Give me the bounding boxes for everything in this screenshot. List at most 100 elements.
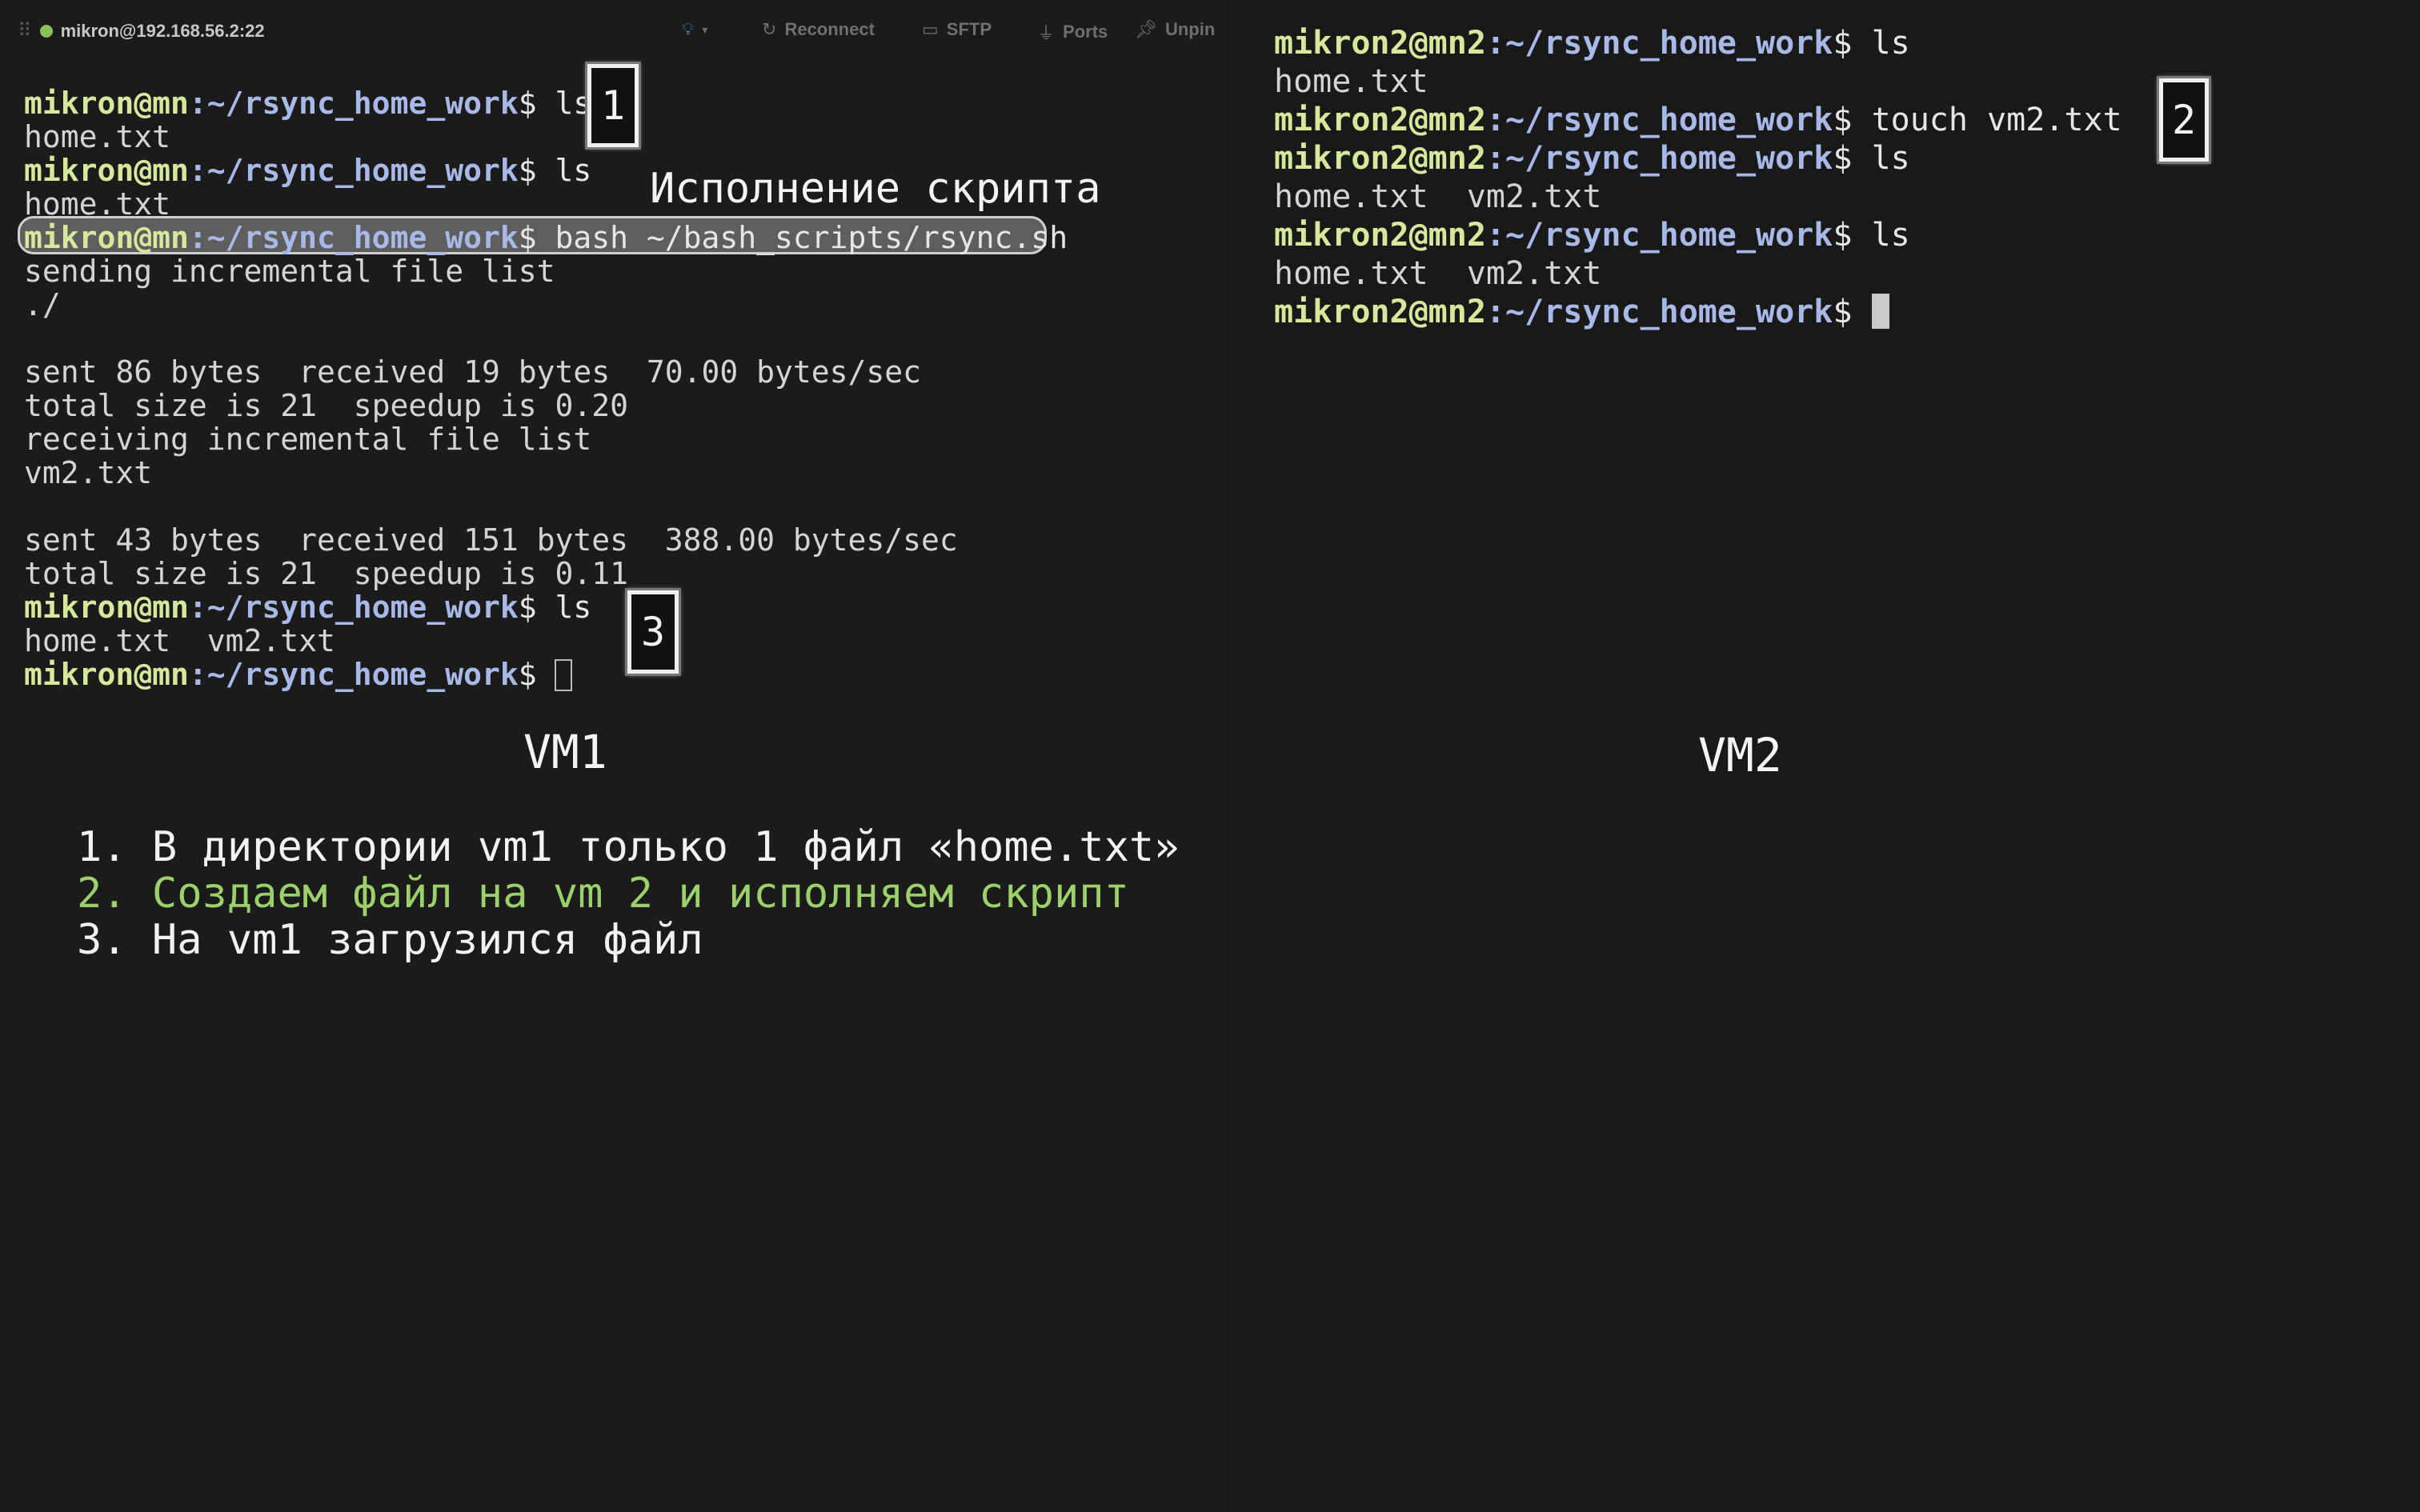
ports-label: Ports xyxy=(1063,22,1108,42)
command-text: ls xyxy=(1871,140,1910,177)
terminal-line: total size is 21 speedup is 0.20 xyxy=(24,389,1068,422)
prompt-path: :~/rsync_home_work xyxy=(188,220,519,255)
vm2-terminal-output[interactable]: mikron2@mn2:~/rsync_home_work$ ls home.tx… xyxy=(1274,24,2122,331)
output-text: home.txt vm2.txt xyxy=(1274,178,1602,215)
ports-button[interactable]: ⏚ Ports xyxy=(1037,19,1108,45)
prompt-user: mikron2@mn2 xyxy=(1274,217,1486,254)
terminal-line: home.txt vm2.txt xyxy=(24,624,1068,658)
terminal-line: mikron2@mn2:~/rsync_home_work$ touch vm2… xyxy=(1274,101,2122,139)
prompt-path: :~/rsync_home_work xyxy=(188,590,519,625)
output-text: home.txt xyxy=(24,186,171,222)
prompt-path: :~/rsync_home_work xyxy=(188,153,519,188)
sftp-label: SFTP xyxy=(946,19,992,39)
prompt-sign: $ xyxy=(518,590,555,625)
drag-handle-icon[interactable]: ⠿ xyxy=(18,19,32,42)
output-text: sending incremental file list xyxy=(24,254,555,289)
step-badge-1: 1 xyxy=(587,64,639,147)
terminal-line: home.txt vm2.txt xyxy=(1274,178,2122,216)
terminal-line: vm2.txt xyxy=(24,456,1068,490)
steps-list: 1. В директории vm1 только 1 файл «home.… xyxy=(77,824,1180,963)
prompt-path: :~/rsync_home_work xyxy=(1485,25,1833,62)
vm2-label: VM2 xyxy=(1698,728,1782,782)
session-toolbar: ⠿ mikron@192.168.56.2:22 💡︎ ▾ ↻ Reconnec… xyxy=(0,0,1226,62)
prompt-user: mikron@mn xyxy=(24,220,189,255)
output-text: ./ xyxy=(24,287,61,322)
prompt-path: :~/rsync_home_work xyxy=(1485,217,1833,254)
terminal-line: receiving incremental file list xyxy=(24,422,1068,456)
reconnect-label: Reconnect xyxy=(784,19,875,39)
output-text: home.txt vm2.txt xyxy=(24,623,335,658)
output-text: receiving incremental file list xyxy=(24,422,592,457)
terminal-cursor[interactable] xyxy=(1871,294,1889,329)
prompt-user: mikron@mn xyxy=(24,86,189,121)
step-item: 3. На vm1 загрузился файл xyxy=(77,916,703,964)
output-text: home.txt vm2.txt xyxy=(1274,255,1602,292)
reload-icon: ↻ xyxy=(762,19,777,39)
terminal-line: mikron@mn:~/rsync_home_work$ ls xyxy=(24,86,1068,120)
command-text: ls xyxy=(555,86,592,121)
terminal-line: home.txt xyxy=(1274,62,2122,101)
prompt-sign: $ xyxy=(518,86,555,121)
reconnect-button[interactable]: ↻ Reconnect xyxy=(762,19,875,40)
chevron-down-icon: ▾ xyxy=(702,22,708,36)
command-text: ls xyxy=(1871,217,1910,254)
command-text: ls xyxy=(555,153,592,188)
terminal-line: home.txt xyxy=(24,120,1068,154)
unpin-label: Unpin xyxy=(1164,19,1216,39)
vm2-terminal-pane[interactable]: mikron2@mn2:~/rsync_home_work$ ls home.tx… xyxy=(1226,0,2420,1512)
terminal-line: sent 43 bytes received 151 bytes 388.00 … xyxy=(24,523,1068,557)
prompt-user: mikron2@mn2 xyxy=(1274,140,1486,177)
sftp-button[interactable]: ▭ SFTP xyxy=(922,19,992,40)
prompt-user: mikron@mn xyxy=(24,590,189,625)
prompt-user: mikron@mn xyxy=(24,153,189,188)
output-text: vm2.txt xyxy=(24,455,153,490)
terminal-line: sent 86 bytes received 19 bytes 70.00 by… xyxy=(24,355,1068,389)
prompt-user: mikron2@mn2 xyxy=(1274,25,1486,62)
terminal-line: mikron2@mn2:~/rsync_home_work$ ls xyxy=(1274,24,2122,62)
step-badge-2: 2 xyxy=(2159,78,2209,162)
prompt-path: :~/rsync_home_work xyxy=(188,86,519,121)
terminal-line: mikron@mn:~/rsync_home_work$ ls xyxy=(24,590,1068,624)
terminal-cursor[interactable] xyxy=(555,659,573,691)
prompt-path: :~/rsync_home_work xyxy=(1485,140,1833,177)
prompt-sign: $ xyxy=(518,220,555,255)
terminal-line: total size is 21 speedup is 0.11 xyxy=(24,557,1068,590)
prompt-path: :~/rsync_home_work xyxy=(1485,294,1833,330)
prompt-sign: $ xyxy=(518,657,555,692)
terminal-line: home.txt vm2.txt xyxy=(1274,254,2122,293)
script-execution-annotation: Исполнение скрипта xyxy=(650,165,1101,213)
output-text: home.txt xyxy=(24,119,171,154)
lightbulb-icon: 💡︎ xyxy=(682,19,695,39)
terminal-line: mikron2@mn2:~/rsync_home_work$ ls xyxy=(1274,216,2122,254)
output-text: total size is 21 speedup is 0.20 xyxy=(24,388,628,423)
folder-icon: ▭ xyxy=(922,19,939,39)
prompt-user: mikron@mn xyxy=(24,657,189,692)
command-text: touch vm2.txt xyxy=(1871,102,2122,138)
output-text: home.txt xyxy=(1274,63,1428,100)
prompt-path: :~/rsync_home_work xyxy=(188,657,519,692)
output-text: sent 43 bytes received 151 bytes 388.00 … xyxy=(24,522,958,558)
terminal-line: sending incremental file list xyxy=(24,254,1068,288)
step-badge-3: 3 xyxy=(627,590,679,674)
prompt-user: mikron2@mn2 xyxy=(1274,294,1486,330)
connection-status-icon xyxy=(39,24,53,38)
session-host-label: mikron@192.168.56.2:22 xyxy=(60,20,265,41)
vm1-terminal-pane[interactable]: ⠿ mikron@192.168.56.2:22 💡︎ ▾ ↻ Reconnec… xyxy=(0,0,1226,1512)
prompt-sign: $ xyxy=(1833,102,1872,138)
output-text: sent 86 bytes received 19 bytes 70.00 by… xyxy=(24,354,922,390)
output-text: total size is 21 speedup is 0.11 xyxy=(24,556,628,591)
prompt-sign: $ xyxy=(1833,140,1872,177)
prompt-sign: $ xyxy=(1833,217,1872,254)
terminal-line: mikron@mn:~/rsync_home_work$ bash ~/bash… xyxy=(24,221,1068,254)
prompt-sign: $ xyxy=(518,153,555,188)
vm1-label: VM1 xyxy=(523,725,607,779)
prompt-path: :~/rsync_home_work xyxy=(1485,102,1833,138)
terminal-line: mikron@mn:~/rsync_home_work$ xyxy=(24,658,1068,691)
command-text: ls xyxy=(555,590,592,625)
session-tab[interactable]: ⠿ mikron@192.168.56.2:22 xyxy=(18,19,265,42)
unpin-button[interactable]: 📌︎ Unpin xyxy=(1135,19,1215,40)
prompt-sign: $ xyxy=(1833,294,1872,330)
hint-button[interactable]: 💡︎ ▾ xyxy=(682,19,707,40)
prompt-sign: $ xyxy=(1833,25,1872,62)
